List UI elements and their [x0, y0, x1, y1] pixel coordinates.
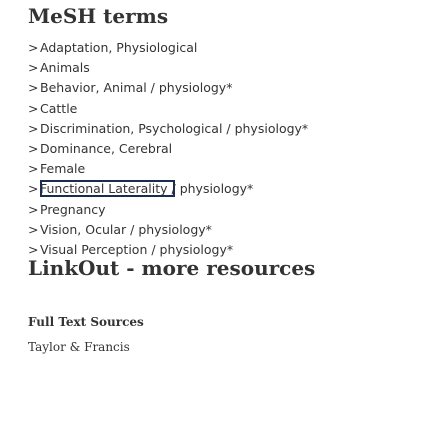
linkout-heading: LinkOut - more resources [28, 256, 316, 280]
mesh-term-label[interactable]: Vision, Ocular / physiology* [40, 222, 212, 237]
chevron-right-icon[interactable]: > [28, 159, 40, 179]
chevron-right-icon[interactable]: > [28, 220, 40, 240]
mesh-term-item[interactable]: > Cattle [28, 99, 448, 119]
mesh-term-item[interactable]: > Dominance, Cerebral [28, 139, 448, 159]
chevron-right-icon[interactable]: > [28, 200, 40, 220]
mesh-term-label[interactable]: Animals [40, 60, 90, 75]
chevron-right-icon[interactable]: > [28, 119, 40, 139]
mesh-term-label[interactable]: Dominance, Cerebral [40, 141, 172, 156]
chevron-right-icon[interactable]: > [28, 139, 40, 159]
mesh-term-item[interactable]: > Adaptation, Physiological [28, 38, 448, 58]
mesh-term-item[interactable]: > Discrimination, Psychological / physiol… [28, 119, 448, 139]
mesh-terms-heading: MeSH terms [28, 4, 169, 28]
chevron-right-icon[interactable]: > [28, 58, 40, 78]
chevron-right-icon[interactable]: > [28, 99, 40, 119]
mesh-term-label[interactable]: Adaptation, Physiological [40, 40, 197, 55]
mesh-term-item[interactable]: > Female [28, 159, 448, 179]
mesh-term-label[interactable]: Pregnancy [40, 202, 106, 217]
mesh-term-label[interactable]: Discrimination, Psychological / physiolo… [40, 121, 308, 136]
mesh-term-label[interactable]: Functional Laterality / physiology* [40, 181, 253, 196]
chevron-right-icon[interactable]: > [28, 78, 40, 98]
mesh-terms-list: > Adaptation, Physiological > Animals > Beh… [28, 38, 448, 260]
chevron-right-icon[interactable]: > [28, 179, 40, 199]
mesh-term-item[interactable]: > Vision, Ocular / physiology* [28, 220, 448, 240]
mesh-term-item[interactable]: > Behavior, Animal / physiology* [28, 78, 448, 98]
mesh-term-item-highlighted[interactable]: > Functional Laterality / physiology* [28, 179, 448, 199]
chevron-right-icon[interactable]: > [28, 38, 40, 58]
mesh-term-label[interactable]: Cattle [40, 101, 77, 116]
mesh-term-item[interactable]: > Animals [28, 58, 448, 78]
mesh-term-label[interactable]: Female [40, 161, 85, 176]
mesh-term-item[interactable]: > Pregnancy [28, 200, 448, 220]
taylor-francis-link[interactable]: Taylor & Francis [28, 339, 130, 355]
full-text-sources-heading: Full Text Sources [28, 315, 144, 329]
mesh-term-label[interactable]: Behavior, Animal / physiology* [40, 80, 232, 95]
